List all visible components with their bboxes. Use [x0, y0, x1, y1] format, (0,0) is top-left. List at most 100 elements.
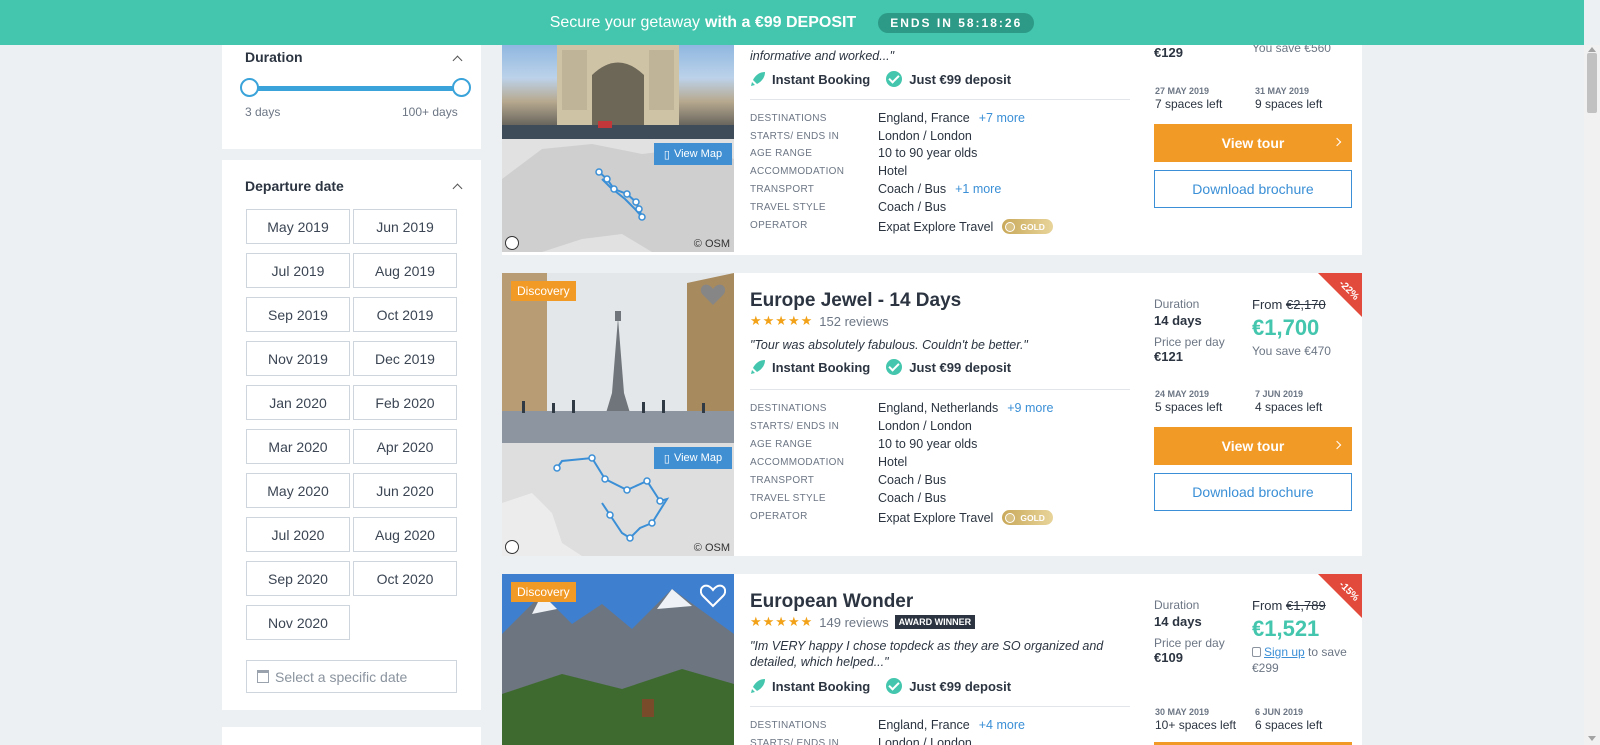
countdown-timer: ENDS IN 58:18:26: [878, 12, 1035, 33]
month-button[interactable]: Aug 2020: [353, 517, 457, 552]
rocket-icon: [751, 360, 765, 374]
month-button[interactable]: Jun 2019: [353, 209, 457, 244]
duration-label: Duration: [1154, 598, 1200, 612]
tour-3-from-price: From €1,789: [1252, 598, 1326, 613]
tour-3-date-2[interactable]: 6 JUN 2019: [1255, 707, 1303, 717]
month-button[interactable]: May 2020: [246, 473, 350, 508]
tour-3-spaces-1: 10+ spaces left: [1155, 718, 1237, 732]
tour-1-photo[interactable]: [502, 45, 734, 139]
tour-2-savings: You save €470: [1252, 344, 1331, 358]
view-map-button-1[interactable]: ▯ View Map: [654, 143, 732, 165]
tour-2-date-2[interactable]: 7 JUN 2019: [1255, 389, 1303, 399]
osm-magnifier-icon[interactable]: [505, 236, 519, 250]
save-amount: €299: [1252, 661, 1279, 675]
destinations-more-link[interactable]: +7 more: [979, 111, 1025, 125]
tour-3-duration: 14 days: [1154, 614, 1202, 629]
wishlist-heart-icon[interactable]: [700, 283, 726, 307]
tour-2-from-price: From €2,170: [1252, 297, 1326, 312]
tour-2-age-range: 10 to 90 year olds: [878, 437, 978, 451]
tour-2-route-map[interactable]: ▯ View Map © OSM: [502, 443, 734, 556]
month-button[interactable]: Jun 2020: [353, 473, 457, 508]
destinations-more-link[interactable]: +9 more: [1007, 401, 1053, 415]
specific-date-input[interactable]: Select a specific date: [246, 660, 457, 693]
tour-2-view-tour-button[interactable]: View tour: [1154, 427, 1352, 465]
duration-min-label: 3 days: [245, 105, 281, 119]
osm-magnifier-icon[interactable]: [505, 540, 519, 554]
tour-2-reviews[interactable]: 152 reviews: [819, 314, 888, 329]
month-button[interactable]: Nov 2020: [246, 605, 350, 640]
month-button[interactable]: Mar 2020: [246, 429, 350, 464]
tour-3-date-1[interactable]: 30 MAY 2019: [1155, 707, 1209, 717]
month-button[interactable]: Oct 2020: [353, 561, 457, 596]
instant-booking-label: Instant Booking: [772, 71, 871, 87]
month-button[interactable]: Dec 2019: [353, 341, 457, 376]
destinations-value: England, Netherlands: [878, 401, 999, 415]
tour-1-download-brochure-button[interactable]: Download brochure: [1154, 170, 1352, 208]
tour-2-review-quote: "Tour was absolutely fabulous. Couldn't …: [750, 338, 1028, 352]
tour-2-features: Instant Booking Just €99 deposit: [750, 359, 1011, 375]
view-map-button-2[interactable]: ▯ View Map: [654, 447, 732, 469]
check-circle-icon: [886, 359, 903, 375]
tour-2-price: €1,700: [1252, 315, 1320, 340]
tour-3-spaces-2: 6 spaces left: [1255, 718, 1323, 732]
page-scrollbar[interactable]: [1584, 45, 1600, 745]
scroll-down-arrow[interactable]: [1588, 736, 1596, 741]
month-button[interactable]: Feb 2020: [353, 385, 457, 420]
destinations-label: DESTINATIONS: [750, 113, 827, 124]
collapse-duration-icon[interactable]: [452, 55, 463, 66]
tour-1-accommodation: Hotel: [878, 164, 908, 178]
age-range-label: AGE RANGE: [750, 439, 813, 450]
star-rating-icon: ★★★★★: [750, 313, 814, 328]
gold-medal-icon: [1005, 512, 1016, 523]
scroll-up-arrow[interactable]: [1588, 47, 1596, 52]
tour-1-view-tour-button[interactable]: View tour: [1154, 124, 1352, 162]
map-icon: ▯: [663, 452, 670, 465]
duration-slider-track[interactable]: [250, 86, 461, 91]
transport-more-link[interactable]: +1 more: [955, 182, 1001, 196]
tour-3-photo[interactable]: Discovery: [502, 574, 734, 745]
destinations-more-link[interactable]: +4 more: [979, 718, 1025, 732]
duration-slider-max-handle[interactable]: [452, 78, 471, 97]
tour-2-photo[interactable]: Discovery: [502, 273, 734, 443]
accommodation-label: ACCOMMODATION: [750, 457, 845, 468]
sign-up-link[interactable]: Sign up: [1264, 645, 1305, 659]
month-button[interactable]: Jan 2020: [246, 385, 350, 420]
month-button[interactable]: Aug 2019: [353, 253, 457, 288]
tour-1-review-quote: informative and worked...": [750, 49, 895, 63]
wishlist-heart-icon[interactable]: [700, 584, 726, 608]
tour-2-date-1[interactable]: 24 MAY 2019: [1155, 389, 1209, 399]
price-per-day-label: Price per day: [1154, 636, 1225, 650]
tour-1-date-2[interactable]: 31 MAY 2019: [1255, 86, 1309, 96]
month-button[interactable]: Apr 2020: [353, 429, 457, 464]
banner-text: Secure your getaway: [549, 13, 701, 31]
deposit-banner[interactable]: Secure your getaway with a €99 DEPOSIT E…: [0, 0, 1584, 45]
scrollbar-thumb[interactable]: [1587, 53, 1597, 113]
month-button[interactable]: Oct 2019: [353, 297, 457, 332]
price-per-day-label: Price per day: [1154, 335, 1225, 349]
tour-3-destinations: England, France +4 more: [878, 718, 1025, 732]
month-button[interactable]: Jul 2020: [246, 517, 350, 552]
duration-max-label: 100+ days: [402, 105, 458, 119]
tour-1-route-map[interactable]: ▯ View Map © OSM: [502, 139, 734, 252]
tour-1-starts-ends: London / London: [878, 129, 972, 143]
award-winner-badge: AWARD WINNER: [894, 615, 976, 629]
tour-3-reviews[interactable]: 149 reviews: [819, 615, 888, 630]
month-button[interactable]: May 2019: [246, 209, 350, 244]
month-button[interactable]: Sep 2019: [246, 297, 350, 332]
month-button[interactable]: Jul 2019: [246, 253, 350, 288]
transport-label: TRANSPORT: [750, 184, 815, 195]
tour-2-spaces-1: 5 spaces left: [1155, 400, 1223, 414]
duration-slider-min-handle[interactable]: [240, 78, 259, 97]
tour-2-rating: ★★★★★ 152 reviews: [750, 313, 889, 329]
month-button[interactable]: Nov 2019: [246, 341, 350, 376]
tour-1-date-1[interactable]: 27 MAY 2019: [1155, 86, 1209, 96]
month-button[interactable]: Sep 2020: [246, 561, 350, 596]
osm-credit: © OSM: [693, 542, 730, 554]
instant-booking-label: Instant Booking: [772, 359, 871, 375]
tour-2-download-brochure-button[interactable]: Download brochure: [1154, 473, 1352, 511]
operator-label: OPERATOR: [750, 220, 808, 231]
collapse-departure-icon[interactable]: [452, 183, 463, 194]
tour-3-title[interactable]: European Wonder: [750, 591, 913, 613]
tour-2-title[interactable]: Europe Jewel - 14 Days: [750, 290, 961, 312]
tour-3-starts-ends: London / London: [878, 736, 972, 745]
